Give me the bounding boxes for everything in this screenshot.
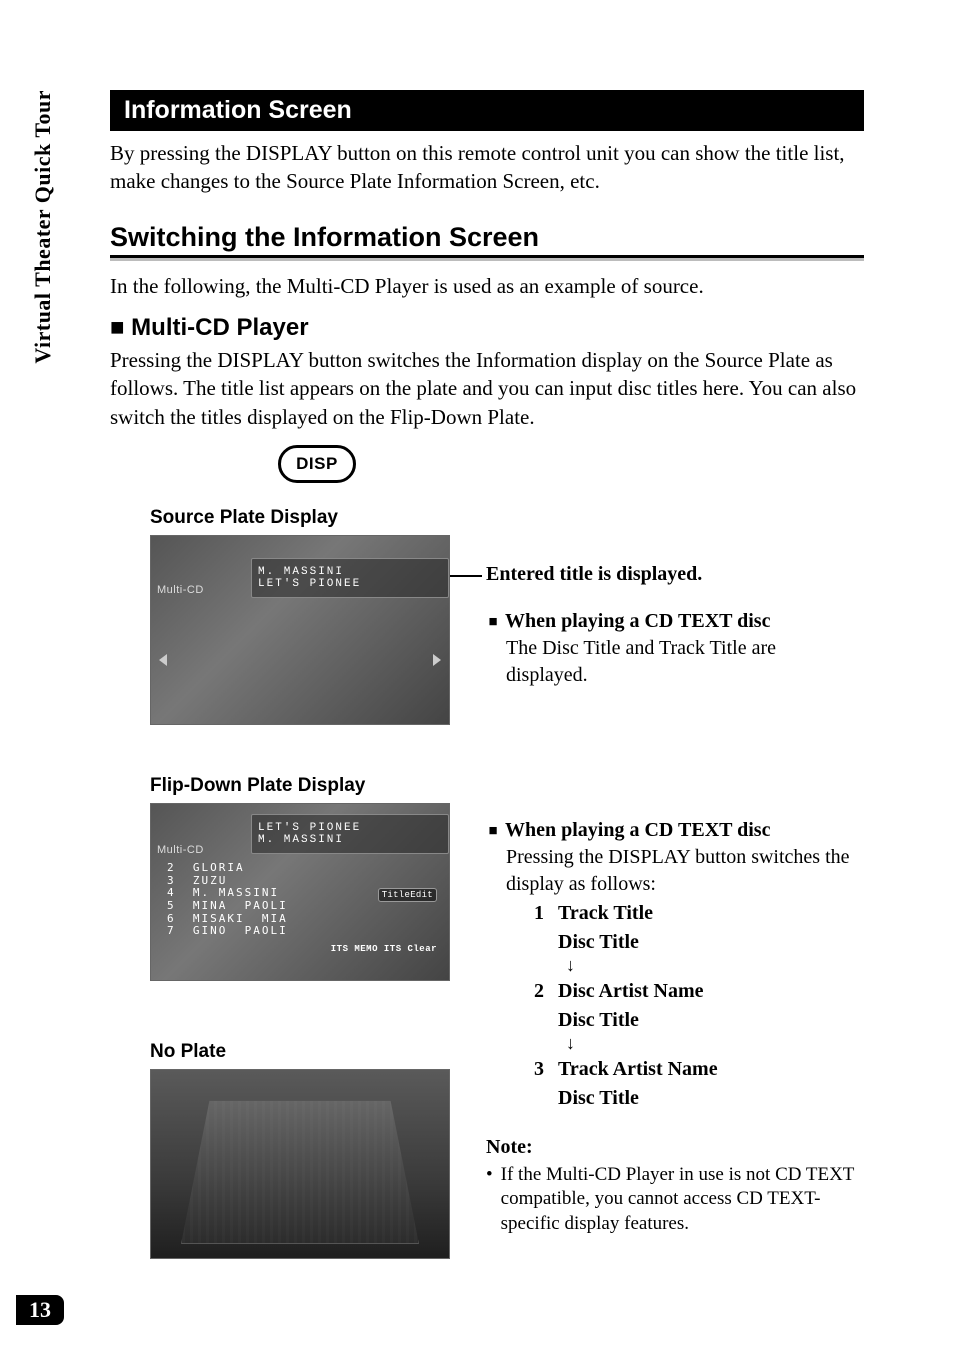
list-item: Disc Title [530, 1085, 856, 1112]
multicd-heading-text: Multi-CD Player [131, 314, 308, 341]
item-number: 3 [530, 1056, 544, 1083]
scr-title-box: M. MASSINI LET'S PIONEE [251, 558, 449, 598]
cdtext-title: When playing a CD TEXT disc [505, 610, 770, 632]
multicd-body: Pressing the DISPLAY button switches the… [110, 346, 864, 431]
bullet-dot-icon: • [486, 1163, 493, 1237]
flip-down-row: LET'S PIONEE M. MASSINI Multi-CD 2 GLORI… [110, 803, 864, 1259]
item-number: 1 [530, 900, 544, 927]
no-plate-screenshot [150, 1069, 450, 1259]
down-arrow-icon: ↓ [566, 956, 856, 976]
intro-paragraph: By pressing the DISPLAY button on this r… [110, 139, 864, 196]
spacer [530, 1007, 544, 1034]
list-item: Disc Title [530, 1007, 856, 1034]
scr-track-list: 2 GLORIA 3 ZUZU 4 M. MASSINI 5 MINA PAOL… [167, 862, 288, 938]
scr-line-1: M. MASSINI [258, 566, 448, 578]
no-plate-label: No Plate [150, 1041, 450, 1063]
manual-page: Virtual Theater Quick Tour 13 Informatio… [0, 0, 954, 1355]
source-plate-screenshot: M. MASSINI LET'S PIONEE Multi-CD [150, 535, 450, 725]
page-title-bar: Information Screen [110, 90, 864, 131]
spacer [530, 1085, 544, 1112]
down-arrow-icon: ↓ [566, 1034, 856, 1054]
flip-down-image-col: LET'S PIONEE M. MASSINI Multi-CD 2 GLORI… [150, 803, 450, 1259]
list-item: 2 Disc Artist Name [530, 978, 856, 1005]
item-number: 2 [530, 978, 544, 1005]
source-plate-label: Source Plate Display [150, 507, 864, 529]
cdtext-title: When playing a CD TEXT disc [505, 819, 770, 841]
note-bullet: • If the Multi-CD Player in use is not C… [486, 1163, 856, 1237]
multicd-heading: ■ Multi-CD Player [110, 314, 864, 342]
scr-line-2: M. MASSINI [258, 834, 448, 846]
square-bullet-icon: ■ [486, 821, 500, 841]
scr-its-label: ITS MEMO ITS Clear [331, 944, 437, 954]
page-title: Information Screen [124, 96, 352, 124]
section-heading: Switching the Information Screen [110, 222, 864, 258]
scr-line-2: LET'S PIONEE [258, 578, 448, 590]
list-item: 3 Track Artist Name [530, 1056, 856, 1083]
cdtext-line: ■ When playing a CD TEXT disc [486, 817, 856, 844]
source-plate-cdtext: ■ When playing a CD TEXT disc The Disc T… [486, 608, 856, 689]
item-line-2: Disc Title [558, 1085, 639, 1112]
item-line-1: Track Title [558, 900, 653, 927]
spacer [530, 929, 544, 956]
item-line-2: Disc Title [558, 1007, 639, 1034]
flip-down-text-col: ■ When playing a CD TEXT disc Pressing t… [486, 803, 864, 1259]
list-item: 1 Track Title [530, 900, 856, 927]
note-heading: Note: [486, 1134, 856, 1161]
left-arrow-icon [159, 654, 167, 666]
source-plate-row: M. MASSINI LET'S PIONEE Multi-CD Entered… [110, 535, 864, 725]
list-item: Disc Title [530, 929, 856, 956]
cdtext-body: Pressing the DISPLAY button switches the… [506, 844, 856, 898]
callout-entered-title: Entered title is displayed. [486, 563, 856, 586]
hallway-graphic [181, 1100, 419, 1244]
scr-title-box: LET'S PIONEE M. MASSINI [251, 814, 449, 854]
flip-down-label: Flip-Down Plate Display [150, 775, 864, 797]
section-body: In the following, the Multi-CD Player is… [110, 272, 864, 300]
page-number: 13 [16, 1295, 64, 1325]
item-line-1: Track Artist Name [558, 1056, 718, 1083]
cdtext-line-1: ■ When playing a CD TEXT disc [486, 608, 856, 635]
disp-button-label: DISP [296, 454, 338, 474]
disp-button-illustration: DISP [278, 445, 356, 483]
source-plate-image-col: M. MASSINI LET'S PIONEE Multi-CD [150, 535, 450, 725]
scr-source-label: Multi-CD [157, 844, 204, 856]
item-line-1: Disc Artist Name [558, 978, 704, 1005]
cdtext-body: The Disc Title and Track Title are displ… [506, 635, 856, 689]
source-plate-text-col: Entered title is displayed. ■ When playi… [486, 535, 864, 725]
flip-down-cdtext: ■ When playing a CD TEXT disc Pressing t… [486, 817, 856, 1237]
square-bullet-icon: ■ [110, 314, 131, 341]
section-tab: Virtual Theater Quick Tour [30, 90, 56, 364]
right-arrow-icon [433, 654, 441, 666]
square-bullet-icon: ■ [486, 612, 500, 632]
flip-down-screenshot: LET'S PIONEE M. MASSINI Multi-CD 2 GLORI… [150, 803, 450, 981]
note-body: If the Multi-CD Player in use is not CD … [501, 1163, 856, 1237]
scr-line-1: LET'S PIONEE [258, 822, 448, 834]
scr-titleedit-badge: TitleEdit [378, 888, 437, 902]
item-line-2: Disc Title [558, 929, 639, 956]
scr-source-label: Multi-CD [157, 584, 204, 596]
